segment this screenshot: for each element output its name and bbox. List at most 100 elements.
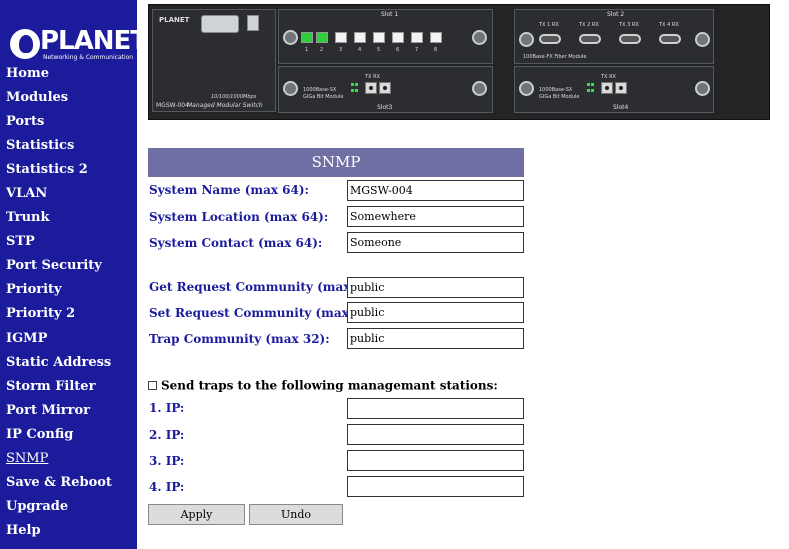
port-number-5: 5 — [377, 47, 381, 53]
rj45-port-8 — [430, 32, 442, 43]
nav-item-port-mirror[interactable]: Port Mirror — [0, 401, 137, 425]
ip-2-input[interactable] — [347, 424, 524, 445]
port-number-4: 4 — [358, 47, 362, 53]
led-icon — [351, 89, 354, 92]
nav-item-ip-config[interactable]: IP Config — [0, 425, 137, 449]
fiber-port-2 — [579, 34, 601, 44]
sfp-rx-port — [379, 82, 391, 94]
nav-item-home[interactable]: Home — [0, 64, 137, 88]
fx-pair-2-label: TX 2 RX — [579, 22, 599, 28]
rj45-port-3 — [335, 32, 347, 43]
nav-item-statistics[interactable]: Statistics — [0, 136, 137, 160]
sx-module-label-b: GIGa Bit Module — [303, 94, 344, 100]
panel-model-desc: Managed Modular Switch — [187, 102, 263, 109]
led-icon — [355, 83, 358, 86]
nav-item-vlan[interactable]: VLAN — [0, 184, 137, 208]
port-number-7: 7 — [415, 47, 419, 53]
send-traps-label: Send traps to the following managemant s… — [161, 378, 498, 393]
rj45-port-1 — [301, 32, 313, 43]
slot-2-label: Slot 2 — [607, 11, 625, 18]
ip-1-label: 1. IP: — [149, 401, 185, 415]
system-contact-label: System Contact (max 64): — [149, 236, 323, 250]
nav-item-upgrade[interactable]: Upgrade — [0, 497, 137, 521]
fx-pair-4-label: TX 4 RX — [659, 22, 679, 28]
slot-4-label: Slot4 — [613, 104, 629, 111]
fiber-port-3 — [619, 34, 641, 44]
apply-button[interactable]: Apply — [148, 504, 245, 525]
led-icon — [587, 83, 590, 86]
nav-item-stp[interactable]: STP — [0, 232, 137, 256]
fx-module-label: 100Base-FX Fiber Module — [523, 54, 587, 60]
nav-item-port-security[interactable]: Port Security — [0, 256, 137, 280]
slot-3: 1000Base-SX GIGa Bit Module TX RX Slot3 — [278, 66, 493, 113]
ip-3-input[interactable] — [347, 450, 524, 471]
sfp-tx-port — [601, 82, 613, 94]
fx-pair-3-label: TX 3 RX — [619, 22, 639, 28]
nav-item-statistics-2[interactable]: Statistics 2 — [0, 160, 137, 184]
switch-front-panel: PLANET 10/100/1000Mbps MGSW-004 Managed … — [148, 4, 770, 120]
nav-item-ports[interactable]: Ports — [0, 112, 137, 136]
ip-1-input[interactable] — [347, 398, 524, 419]
slot-1: Slot 1 1 2 3 4 5 6 7 8 — [278, 9, 493, 64]
nav-item-help[interactable]: Help — [0, 521, 137, 545]
screw-icon — [283, 81, 298, 96]
slot-1-label: Slot 1 — [381, 11, 399, 18]
rj45-port-5 — [373, 32, 385, 43]
screw-icon — [283, 30, 298, 45]
screw-icon — [519, 32, 534, 47]
slot-2: Slot 2 TX 1 RX TX 2 RX TX 3 RX TX 4 RX 1… — [514, 9, 714, 64]
nav-item-igmp[interactable]: IGMP — [0, 329, 137, 353]
nav-item-static-address[interactable]: Static Address — [0, 353, 137, 377]
panel-speed: 10/100/1000Mbps — [211, 94, 257, 100]
sfp-tx-port — [365, 82, 377, 94]
system-name-label: System Name (max 64): — [149, 183, 309, 197]
slot-3-label: Slot3 — [377, 104, 393, 111]
logo-tagline: Networking & Communication — [43, 54, 134, 61]
port-number-2: 2 — [320, 47, 324, 53]
nav-menu: Home Modules Ports Statistics Statistics… — [0, 64, 137, 545]
port-number-6: 6 — [396, 47, 400, 53]
led-icon — [591, 83, 594, 86]
sidebar: PLANET Networking & Communication Home M… — [0, 0, 148, 549]
sx-module-label-b: GIGa Bit Module — [539, 94, 580, 100]
nav-item-priority[interactable]: Priority — [0, 280, 137, 304]
port-number-8: 8 — [434, 47, 438, 53]
get-community-input[interactable] — [347, 277, 524, 298]
system-name-input[interactable] — [347, 180, 524, 201]
system-contact-input[interactable] — [347, 232, 524, 253]
nav-item-save-reboot[interactable]: Save & Reboot — [0, 473, 137, 497]
rj45-port-7 — [411, 32, 423, 43]
screw-icon — [695, 81, 710, 96]
screw-icon — [695, 32, 710, 47]
planet-logo: PLANET Networking & Communication — [10, 26, 148, 62]
led-icon — [355, 89, 358, 92]
ip-4-input[interactable] — [347, 476, 524, 497]
nav-item-trunk[interactable]: Trunk — [0, 208, 137, 232]
led-icon — [591, 89, 594, 92]
trap-community-input[interactable] — [347, 328, 524, 349]
ip-2-label: 2. IP: — [149, 428, 185, 442]
rj45-port-4 — [354, 32, 366, 43]
send-traps-row: Send traps to the following managemant s… — [148, 375, 498, 393]
snmp-title: SNMP — [148, 148, 524, 177]
console-port-icon — [201, 15, 239, 33]
nav-item-modules[interactable]: Modules — [0, 88, 137, 112]
logo-brand: PLANET — [40, 26, 148, 56]
port-number-3: 3 — [339, 47, 343, 53]
set-community-input[interactable] — [347, 302, 524, 323]
system-location-input[interactable] — [347, 206, 524, 227]
nav-item-priority-2[interactable]: Priority 2 — [0, 304, 137, 328]
system-location-label: System Location (max 64): — [149, 210, 329, 224]
chassis-panel: PLANET 10/100/1000Mbps MGSW-004 Managed … — [152, 9, 276, 112]
send-traps-checkbox[interactable] — [148, 381, 157, 390]
nav-item-storm-filter[interactable]: Storm Filter — [0, 377, 137, 401]
planet-logo-icon — [10, 29, 40, 59]
ip-4-label: 4. IP: — [149, 480, 185, 494]
ip-3-label: 3. IP: — [149, 454, 185, 468]
panel-brand: PLANET — [159, 16, 190, 24]
tx-rx-label: TX RX — [365, 74, 380, 80]
nav-item-snmp[interactable]: SNMP — [0, 449, 137, 473]
power-switch-icon — [247, 15, 259, 31]
undo-button[interactable]: Undo — [249, 504, 343, 525]
fiber-port-4 — [659, 34, 681, 44]
